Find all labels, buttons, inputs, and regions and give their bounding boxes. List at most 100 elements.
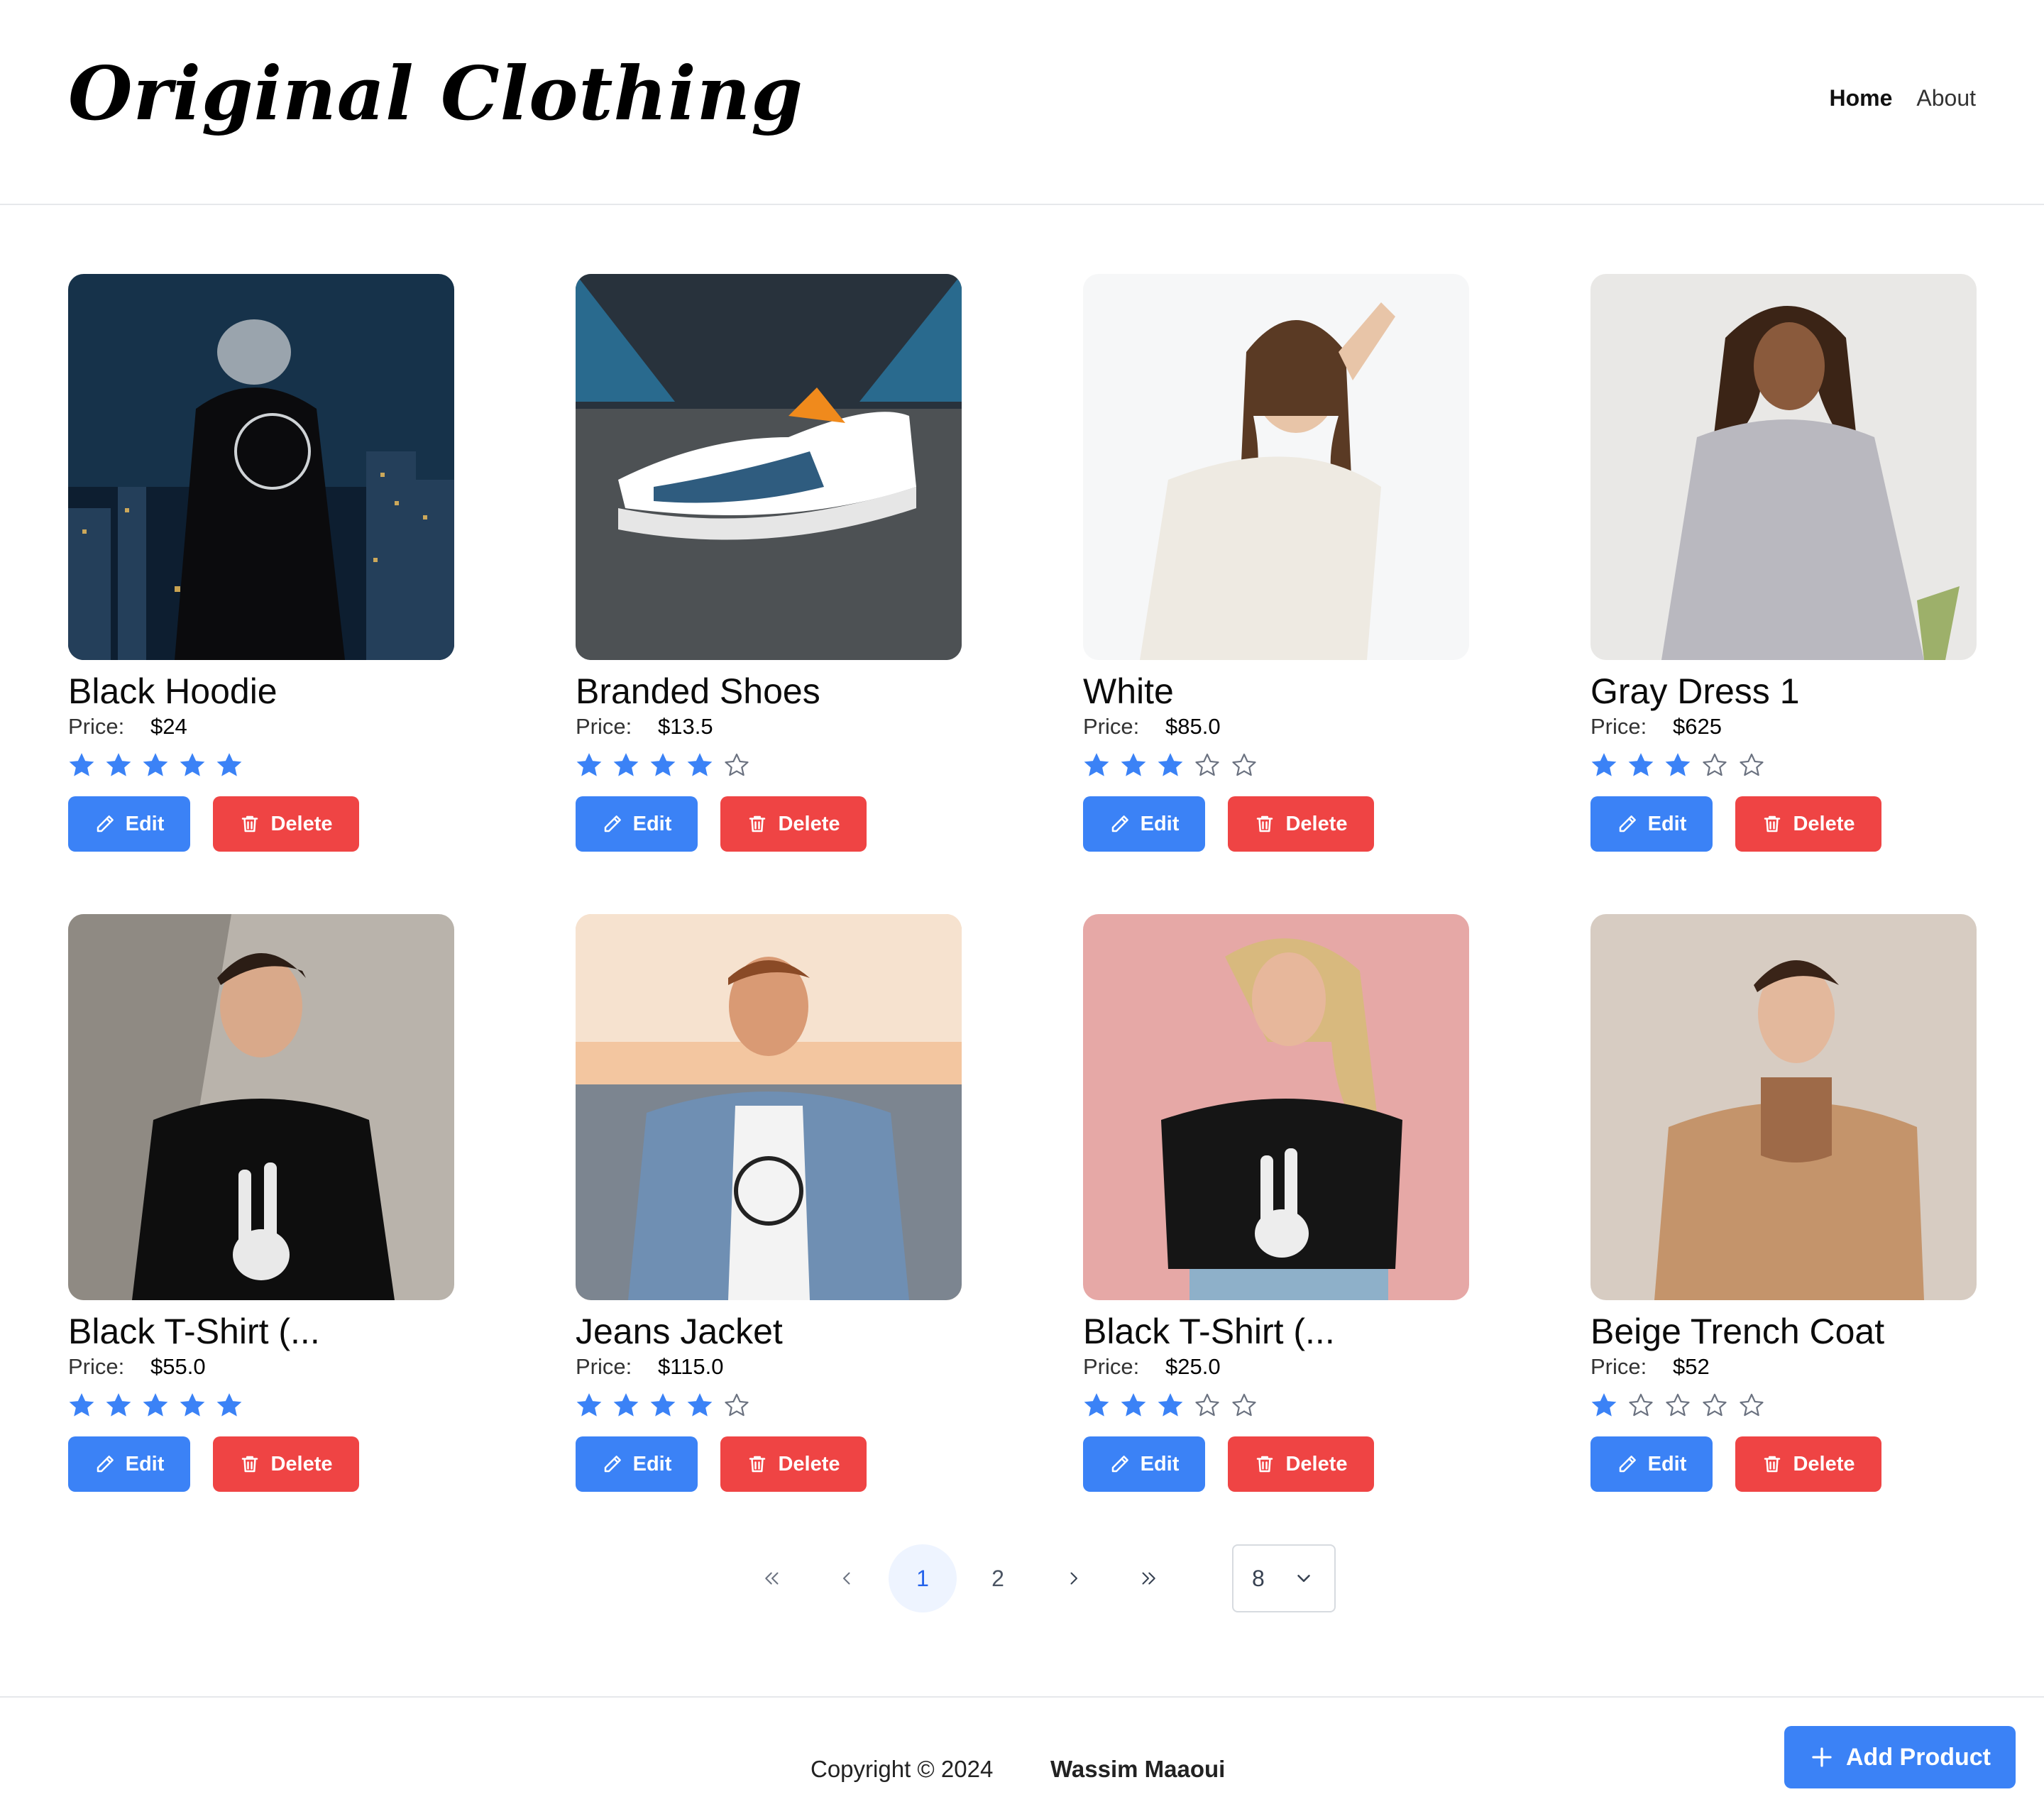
star-filled-icon <box>216 1393 242 1417</box>
trash-icon <box>749 1456 766 1473</box>
edit-button[interactable]: Edit <box>68 796 190 852</box>
star-filled-icon <box>1591 753 1617 776</box>
product-image <box>576 274 962 660</box>
edit-label: Edit <box>125 812 165 835</box>
price-value: $85.0 <box>1165 714 1221 739</box>
price-value: $625 <box>1673 714 1722 739</box>
edit-button[interactable]: Edit <box>1590 1436 1713 1492</box>
price-row: Price: $25.0 <box>1083 1354 1469 1384</box>
last-page-button[interactable] <box>1114 1544 1182 1612</box>
page-1-button[interactable]: 1 <box>889 1544 957 1612</box>
pencil-icon <box>604 815 621 832</box>
next-page-button[interactable] <box>1039 1544 1107 1612</box>
delete-label: Delete <box>1285 1452 1348 1475</box>
nav-about-link[interactable]: About <box>1916 85 1976 111</box>
star-empty-icon <box>1195 753 1219 776</box>
rating-stars[interactable] <box>1590 751 1977 779</box>
delete-button[interactable]: Delete <box>213 796 359 852</box>
price-label: Price: <box>68 714 125 739</box>
edit-button[interactable]: Edit <box>1590 796 1713 852</box>
price-label: Price: <box>576 1354 632 1379</box>
rows-per-page-value: 8 <box>1252 1565 1265 1591</box>
star-empty-icon <box>1703 1393 1727 1417</box>
rating-stars[interactable] <box>576 1391 962 1419</box>
price-value: $115.0 <box>658 1354 724 1379</box>
edit-button[interactable]: Edit <box>1083 796 1205 852</box>
prev-page-button[interactable] <box>813 1544 881 1612</box>
chevron-down-icon <box>1297 1575 1310 1582</box>
star-filled-icon <box>1121 753 1146 776</box>
site-logo[interactable]: Original Clothing <box>68 50 803 137</box>
star-filled-icon <box>69 753 94 776</box>
product-image <box>1590 914 1977 1300</box>
add-product-button[interactable]: Add Product <box>1784 1726 2016 1788</box>
edit-label: Edit <box>1647 1452 1687 1475</box>
card-actions: Edit Delete <box>1083 1436 1469 1492</box>
edit-button[interactable]: Edit <box>576 1436 698 1492</box>
product-grid: Black Hoodie Price: $24 Edit Delete Branded S… <box>68 274 1977 1492</box>
delete-button[interactable]: Delete <box>213 1436 359 1492</box>
card-actions: Edit Delete <box>1590 1436 1977 1492</box>
product-title: Beige Trench Coat <box>1590 1312 1885 1351</box>
edit-button[interactable]: Edit <box>1083 1436 1205 1492</box>
rating-stars[interactable] <box>576 751 962 779</box>
star-filled-icon <box>576 753 602 776</box>
trash-icon <box>749 815 766 832</box>
edit-button[interactable]: Edit <box>68 1436 190 1492</box>
star-empty-icon <box>1740 753 1764 776</box>
price-row: Price: $55.0 <box>68 1354 454 1384</box>
pencil-icon <box>1619 815 1636 832</box>
star-filled-icon <box>613 1393 639 1417</box>
rating-stars[interactable] <box>1590 1391 1977 1419</box>
page-2-button[interactable]: 2 <box>964 1544 1032 1612</box>
delete-button[interactable]: Delete <box>1228 796 1374 852</box>
nav-home-link[interactable]: Home <box>1829 85 1892 111</box>
product-title: Branded Shoes <box>576 671 820 711</box>
star-empty-icon <box>1703 753 1727 776</box>
product-image <box>576 914 962 1300</box>
edit-label: Edit <box>125 1452 165 1475</box>
edit-button[interactable]: Edit <box>576 796 698 852</box>
delete-button[interactable]: Delete <box>1735 1436 1881 1492</box>
price-label: Price: <box>576 714 632 739</box>
product-card: Beige Trench Coat Price: $52 Edit Delete <box>1590 914 1977 1492</box>
star-empty-icon <box>725 753 749 776</box>
delete-button[interactable]: Delete <box>720 796 867 852</box>
edit-label: Edit <box>632 1452 672 1475</box>
product-title: Black T-Shirt (... <box>68 1312 320 1351</box>
card-actions: Edit Delete <box>68 796 454 852</box>
product-image <box>68 274 454 660</box>
star-filled-icon <box>1084 753 1109 776</box>
rating-stars[interactable] <box>68 1391 454 1419</box>
card-actions: Edit Delete <box>68 1436 454 1492</box>
price-label: Price: <box>1590 714 1647 739</box>
chevron-right-icon <box>1070 1572 1077 1585</box>
price-value: $13.5 <box>658 714 713 739</box>
rows-per-page-dropdown[interactable]: 8 <box>1232 1544 1336 1612</box>
star-filled-icon <box>106 753 131 776</box>
star-filled-icon <box>687 753 713 776</box>
first-page-button[interactable] <box>738 1544 806 1612</box>
delete-button[interactable]: Delete <box>1735 796 1881 852</box>
price-row: Price: $13.5 <box>576 714 962 744</box>
author-name: Wassim Maaoui <box>1050 1756 1226 1782</box>
price-row: Price: $24 <box>68 714 454 744</box>
delete-label: Delete <box>778 1452 840 1475</box>
delete-button[interactable]: Delete <box>720 1436 867 1492</box>
star-filled-icon <box>687 1393 713 1417</box>
price-value: $24 <box>150 714 187 739</box>
price-value: $55.0 <box>150 1354 206 1379</box>
price-label: Price: <box>1590 1354 1647 1379</box>
star-filled-icon <box>180 1393 205 1417</box>
star-filled-icon <box>650 1393 676 1417</box>
delete-button[interactable]: Delete <box>1228 1436 1374 1492</box>
rating-stars[interactable] <box>68 751 454 779</box>
rating-stars[interactable] <box>1083 1391 1469 1419</box>
star-filled-icon <box>613 753 639 776</box>
star-empty-icon <box>1666 1393 1690 1417</box>
star-filled-icon <box>143 1393 168 1417</box>
star-filled-icon <box>1628 753 1654 776</box>
edit-label: Edit <box>1140 812 1180 835</box>
star-filled-icon <box>1665 753 1691 776</box>
rating-stars[interactable] <box>1083 751 1469 779</box>
